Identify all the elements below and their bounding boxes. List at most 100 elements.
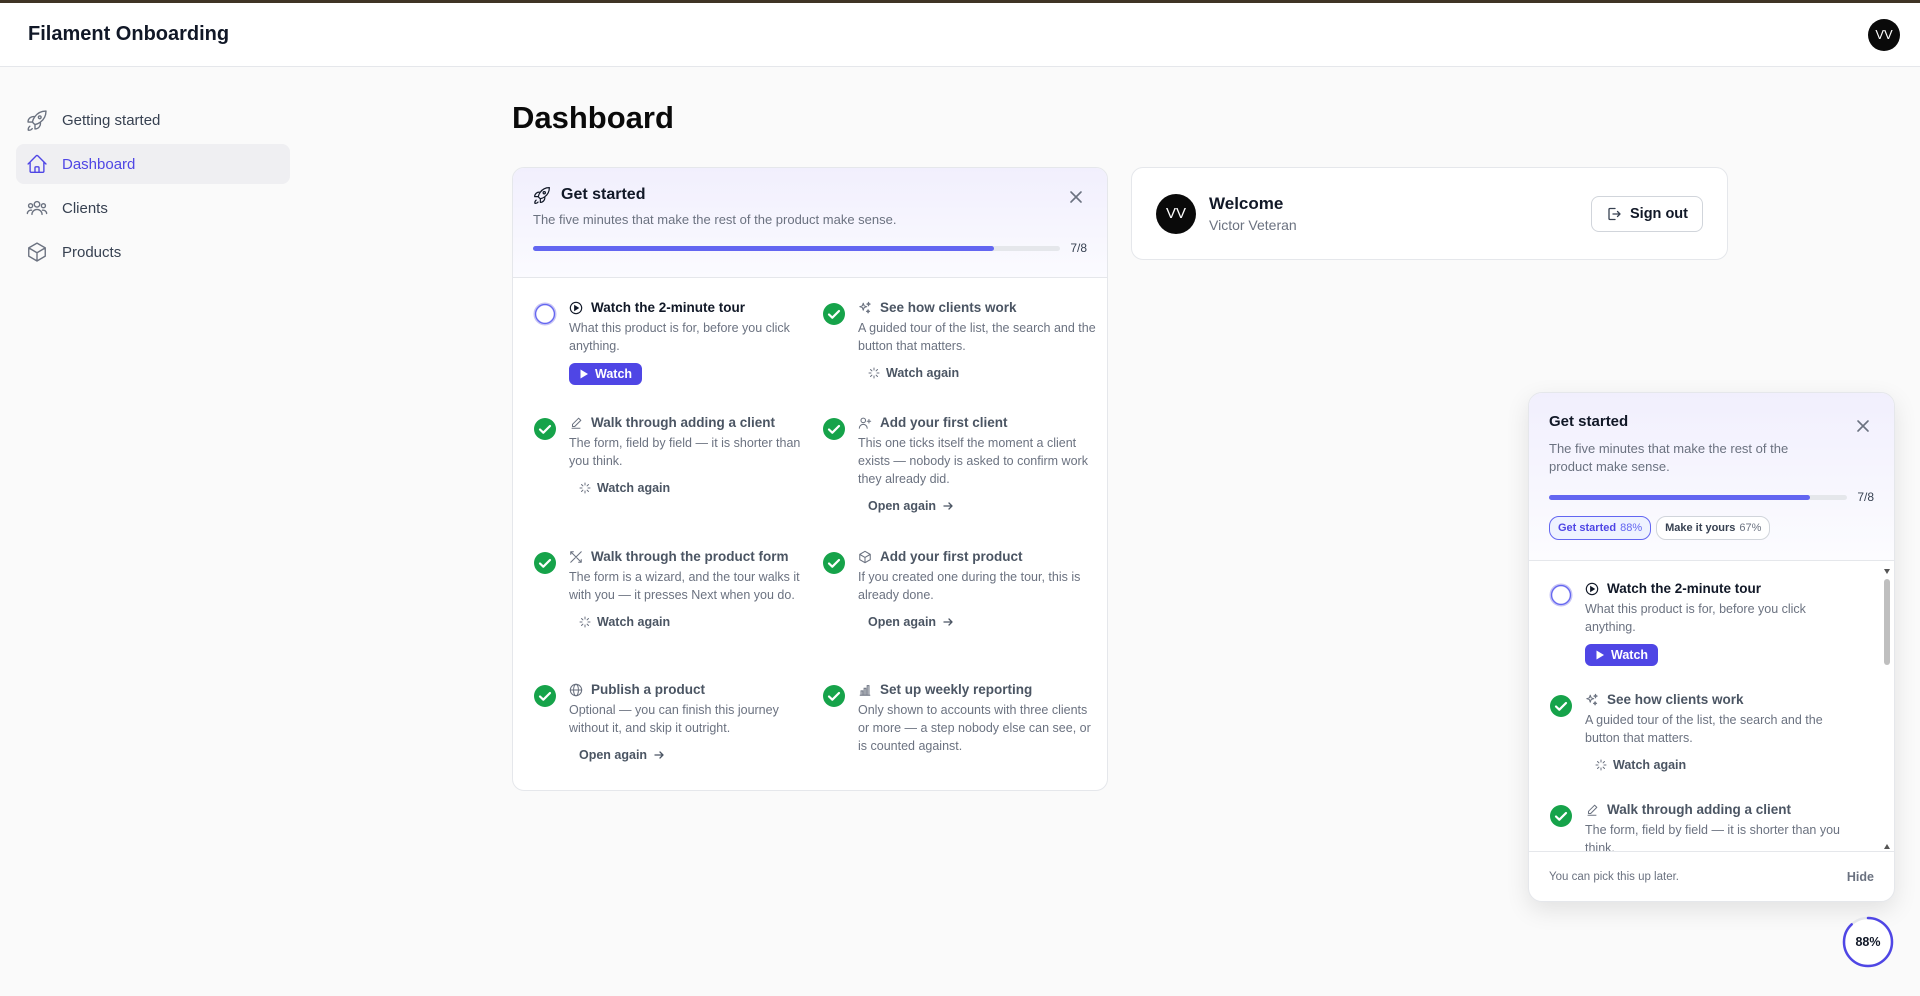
- sidebar-item-getting-started[interactable]: Getting started: [16, 100, 290, 140]
- check-circle-icon: [823, 418, 845, 440]
- progress-count: 7/8: [1070, 241, 1087, 255]
- check-circle-icon: [534, 418, 556, 440]
- step-title: Add your first product: [880, 549, 1023, 564]
- step-title: Watch the 2-minute tour: [591, 300, 745, 315]
- onboarding-panel: Get started The five minutes that make t…: [1528, 392, 1895, 902]
- get-started-subtitle: The five minutes that make the rest of t…: [533, 212, 897, 227]
- step-description: A guided tour of the list, the search an…: [858, 321, 1096, 353]
- sidebar-item-label: Products: [62, 243, 122, 261]
- sparkles-icon: [859, 301, 871, 313]
- sidebar: Getting started Dashboard Clients Produc…: [16, 100, 290, 276]
- step-description: This one ticks itself the moment a clien…: [858, 436, 1088, 486]
- pencil-icon: [1587, 804, 1598, 816]
- app-title[interactable]: Filament Onboarding: [28, 23, 229, 46]
- arrow-right-icon: [943, 502, 953, 510]
- globe-icon: [569, 683, 583, 696]
- check-circle-icon: [1550, 695, 1572, 717]
- footer-note: You can pick this up later.: [1549, 870, 1679, 883]
- step-title: See how clients work: [880, 300, 1017, 315]
- step-title: Walk through adding a client: [591, 415, 776, 430]
- avatar: VV: [1156, 193, 1196, 234]
- empty-circle-icon[interactable]: [533, 302, 557, 326]
- step-weekly-reporting: Set up weekly reporting Only shown to ac…: [822, 682, 1107, 782]
- play-icon: [580, 369, 588, 379]
- sidebar-item-label: Getting started: [62, 111, 161, 129]
- watch-button[interactable]: Watch: [569, 363, 643, 385]
- user-avatar[interactable]: VV: [1868, 18, 1900, 51]
- play-circle-icon: [1585, 582, 1599, 595]
- empty-circle-icon[interactable]: [1549, 583, 1573, 607]
- loader-icon: [579, 616, 591, 628]
- progress-ring-label[interactable]: 88%: [1842, 916, 1894, 968]
- close-icon[interactable]: [1069, 190, 1083, 204]
- top-bar: Filament Onboarding VV: [0, 3, 1920, 67]
- check-circle-icon: [823, 303, 845, 325]
- progress-count: 7/8: [1857, 490, 1874, 504]
- sign-out-icon: [1608, 207, 1621, 220]
- open-again-link[interactable]: Open again: [868, 612, 954, 632]
- sidebar-item-label: Dashboard: [62, 155, 136, 173]
- rocket-icon: [27, 110, 47, 131]
- check-circle-icon: [1550, 805, 1572, 827]
- journey-chip-make-it-yours[interactable]: Make it yours 67%: [1656, 516, 1771, 540]
- user-name: Victor Veteran: [1209, 217, 1297, 233]
- play-icon: [1596, 650, 1604, 660]
- sidebar-item-products[interactable]: Products: [16, 232, 290, 272]
- step-watch-tour: Watch the 2-minute tour What this produc…: [1549, 581, 1864, 666]
- sign-out-button[interactable]: Sign out: [1591, 195, 1703, 232]
- panel-title: Get started: [1549, 413, 1629, 430]
- panel-subtitle: The five minutes that make the rest of t…: [1549, 441, 1789, 474]
- scrollbar-thumb[interactable]: [1884, 579, 1890, 665]
- sparkles-icon: [1586, 693, 1598, 705]
- watch-button[interactable]: Watch: [1585, 644, 1659, 666]
- watch-again-link[interactable]: Watch again: [579, 612, 670, 632]
- step-title: Watch the 2-minute tour: [1607, 581, 1761, 596]
- check-circle-icon: [534, 552, 556, 574]
- watch-again-link[interactable]: Watch again: [579, 478, 670, 498]
- sidebar-item-label: Clients: [62, 199, 108, 217]
- step-title: Walk through adding a client: [1607, 802, 1792, 817]
- hide-button[interactable]: Hide: [1847, 870, 1874, 884]
- step-adding-client: Walk through adding a client The form, f…: [1549, 802, 1864, 851]
- tools-icon: [570, 550, 582, 563]
- users-icon: [26, 200, 48, 216]
- sidebar-item-clients[interactable]: Clients: [16, 188, 290, 228]
- sidebar-item-dashboard[interactable]: Dashboard: [16, 144, 290, 184]
- step-watch-tour: Watch the 2-minute tour What this produc…: [533, 300, 822, 415]
- step-product-form: Walk through the product form The form i…: [533, 549, 822, 682]
- step-description: What this product is for, before you cli…: [569, 321, 790, 353]
- close-icon[interactable]: [1856, 419, 1870, 433]
- loader-icon: [868, 367, 880, 379]
- step-clients-tour: See how clients work A guided tour of th…: [822, 300, 1107, 415]
- loader-icon: [579, 482, 591, 494]
- get-started-title: Get started: [561, 186, 646, 203]
- cube-icon: [28, 242, 46, 262]
- panel-header: Get started The five minutes that make t…: [1529, 393, 1894, 561]
- watch-again-link[interactable]: Watch again: [868, 363, 959, 383]
- welcome-title: Welcome: [1209, 194, 1284, 213]
- journey-chip-get-started[interactable]: Get started 88%: [1549, 516, 1652, 540]
- home-icon: [27, 154, 47, 173]
- loader-icon: [1595, 759, 1607, 771]
- step-adding-client: Walk through adding a client The form, f…: [533, 415, 822, 549]
- step-title: Publish a product: [591, 682, 706, 697]
- bar-chart-icon: [859, 684, 871, 696]
- check-circle-icon: [534, 685, 556, 707]
- step-title: Add your first client: [880, 415, 1008, 430]
- step-clients-tour: See how clients work A guided tour of th…: [1549, 692, 1864, 776]
- page-title: Dashboard: [512, 100, 674, 135]
- check-circle-icon: [823, 552, 845, 574]
- watch-again-link[interactable]: Watch again: [1595, 755, 1686, 775]
- open-again-link[interactable]: Open again: [579, 745, 665, 765]
- step-description: A guided tour of the list, the search an…: [1585, 713, 1823, 745]
- cube-icon: [859, 550, 871, 563]
- step-first-client: Add your first client This one ticks its…: [822, 415, 1107, 549]
- get-started-header: Get started The five minutes that make t…: [513, 168, 1107, 278]
- progress-bar: [1549, 494, 1848, 500]
- step-title: See how clients work: [1607, 692, 1744, 707]
- step-description: If you created one during the tour, this…: [858, 570, 1081, 602]
- pencil-icon: [571, 417, 582, 429]
- play-circle-icon: [569, 301, 583, 314]
- open-again-link[interactable]: Open again: [868, 496, 954, 516]
- step-description: What this product is for, before you cli…: [1585, 602, 1806, 634]
